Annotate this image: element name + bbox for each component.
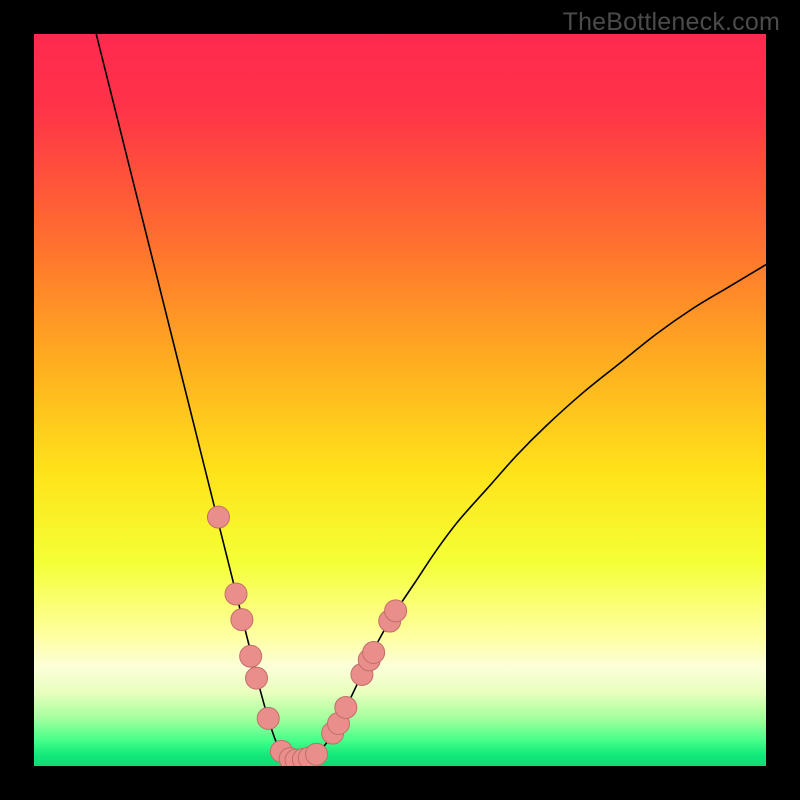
data-marker xyxy=(240,645,262,667)
data-marker xyxy=(231,609,253,631)
gradient-background xyxy=(34,34,766,766)
data-marker xyxy=(363,642,385,664)
data-marker xyxy=(385,600,407,622)
data-marker xyxy=(207,506,229,528)
data-marker xyxy=(225,583,247,605)
watermark-text: TheBottleneck.com xyxy=(563,8,780,37)
plot-area xyxy=(34,34,766,766)
data-marker xyxy=(335,696,357,718)
chart-container: TheBottleneck.com xyxy=(0,0,800,800)
data-marker xyxy=(257,707,279,729)
chart-svg xyxy=(34,34,766,766)
data-marker xyxy=(306,743,328,765)
data-marker xyxy=(246,667,268,689)
